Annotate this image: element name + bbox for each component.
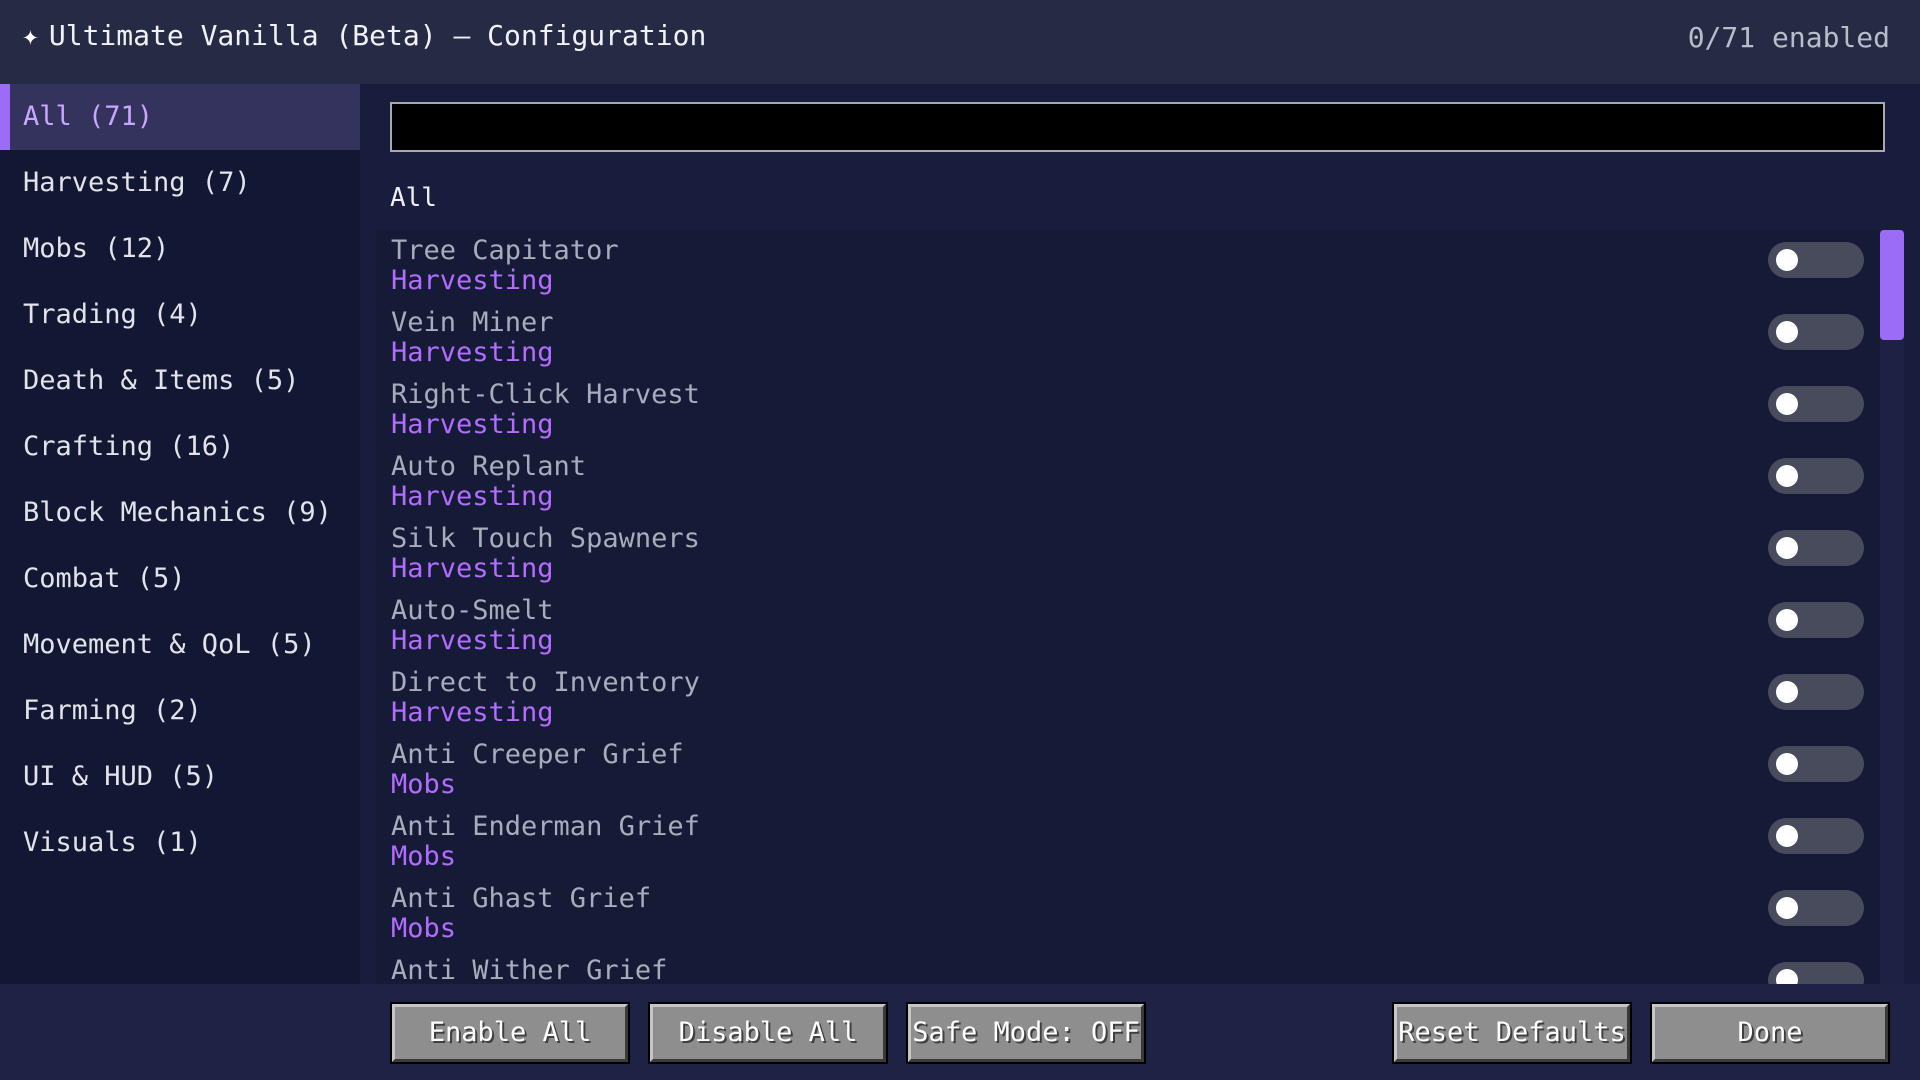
header-bar: ✦ Ultimate Vanilla (Beta) — Configuration… xyxy=(0,0,1920,84)
sidebar-item-block-mechanics[interactable]: Block Mechanics (9) xyxy=(0,480,360,546)
window-title-text: Ultimate Vanilla (Beta) — Configuration xyxy=(48,19,707,52)
feature-toggle[interactable] xyxy=(1768,818,1864,854)
disable-all-button[interactable]: Disable All xyxy=(648,1002,888,1064)
config-screen: ✦ Ultimate Vanilla (Beta) — Configuration… xyxy=(0,0,1920,1080)
toggle-knob xyxy=(1776,609,1798,631)
feature-name: Silk Touch Spawners xyxy=(391,523,700,554)
sidebar-item-label: Harvesting (7) xyxy=(23,167,251,198)
feature-name: Auto-Smelt xyxy=(391,595,554,626)
sidebar-item-label: Death & Items (5) xyxy=(23,365,300,396)
enabled-counter: 0/71 enabled xyxy=(1687,21,1890,54)
feature-row: Tree Capitator Harvesting xyxy=(376,230,1896,302)
sidebar-item-farming[interactable]: Farming (2) xyxy=(0,678,360,744)
sidebar-item-crafting[interactable]: Crafting (16) xyxy=(0,414,360,480)
sidebar-item-label: Mobs (12) xyxy=(23,233,170,264)
toggle-knob xyxy=(1776,825,1798,847)
toggle-knob xyxy=(1776,249,1798,271)
scrollbar-thumb[interactable] xyxy=(1880,230,1904,340)
feature-name: Vein Miner xyxy=(391,307,554,338)
feature-category: Harvesting xyxy=(391,697,554,728)
toggle-knob xyxy=(1776,753,1798,775)
feature-name: Anti Wither Grief xyxy=(391,955,668,985)
feature-name: Anti Enderman Grief xyxy=(391,811,700,842)
window-title: ✦ Ultimate Vanilla (Beta) — Configuration xyxy=(22,18,706,54)
sidebar-item-label: Visuals (1) xyxy=(23,827,202,858)
feature-name: Direct to Inventory xyxy=(391,667,700,698)
feature-toggle[interactable] xyxy=(1768,602,1864,638)
feature-toggle[interactable] xyxy=(1768,386,1864,422)
sidebar-item-label: Movement & QoL (5) xyxy=(23,629,316,660)
feature-toggle[interactable] xyxy=(1768,746,1864,782)
feature-category: Mobs xyxy=(391,841,457,872)
feature-row: Right-Click Harvest Harvesting xyxy=(376,374,1896,446)
safe-mode-button[interactable]: Safe Mode: OFF xyxy=(906,1002,1146,1064)
sidebar-item-visuals[interactable]: Visuals (1) xyxy=(0,810,360,876)
feature-category: Harvesting xyxy=(391,625,554,656)
feature-category: Mobs xyxy=(391,913,457,944)
feature-toggle[interactable] xyxy=(1768,242,1864,278)
feature-toggle[interactable] xyxy=(1768,962,1864,984)
feature-row: Direct to Inventory Harvesting xyxy=(376,662,1896,734)
sidebar-item-label: Block Mechanics (9) xyxy=(23,497,332,528)
feature-category: Harvesting xyxy=(391,265,554,296)
enable-all-button[interactable]: Enable All xyxy=(390,1002,630,1064)
feature-toggle[interactable] xyxy=(1768,314,1864,350)
star-icon: ✦ xyxy=(22,19,39,52)
feature-name: Right-Click Harvest xyxy=(391,379,700,410)
sidebar-item-all[interactable]: All (71) xyxy=(0,84,360,150)
scrollbar-track[interactable] xyxy=(1880,230,1904,984)
toggle-knob xyxy=(1776,537,1798,559)
feature-row: Vein Miner Harvesting xyxy=(376,302,1896,374)
feature-category: Mobs xyxy=(391,769,457,800)
category-sidebar: All (71) Harvesting (7) Mobs (12) Tradin… xyxy=(0,84,360,984)
feature-row: Auto Replant Harvesting xyxy=(376,446,1896,518)
feature-row: Anti Ghast Grief Mobs xyxy=(376,878,1896,950)
feature-name: Tree Capitator xyxy=(391,235,619,266)
sidebar-item-label: All (71) xyxy=(23,101,154,132)
done-button[interactable]: Done xyxy=(1650,1002,1890,1064)
feature-row: Anti Wither Grief xyxy=(376,950,1896,984)
feature-row: Anti Creeper Grief Mobs xyxy=(376,734,1896,806)
sidebar-item-label: UI & HUD (5) xyxy=(23,761,219,792)
feature-name: Anti Ghast Grief xyxy=(391,883,652,914)
sidebar-item-ui-hud[interactable]: UI & HUD (5) xyxy=(0,744,360,810)
toggle-knob xyxy=(1776,393,1798,415)
sidebar-item-combat[interactable]: Combat (5) xyxy=(0,546,360,612)
feature-name: Auto Replant xyxy=(391,451,587,482)
toggle-knob xyxy=(1776,969,1798,984)
sidebar-item-trading[interactable]: Trading (4) xyxy=(0,282,360,348)
feature-toggle[interactable] xyxy=(1768,458,1864,494)
feature-category: Harvesting xyxy=(391,553,554,584)
feature-toggle[interactable] xyxy=(1768,530,1864,566)
feature-row: Anti Enderman Grief Mobs xyxy=(376,806,1896,878)
toggle-knob xyxy=(1776,321,1798,343)
feature-category: Harvesting xyxy=(391,481,554,512)
toggle-knob xyxy=(1776,681,1798,703)
sidebar-item-label: Combat (5) xyxy=(23,563,186,594)
sidebar-item-mobs[interactable]: Mobs (12) xyxy=(0,216,360,282)
footer-bar: Enable All Disable All Safe Mode: OFF Re… xyxy=(0,984,1920,1080)
feature-row: Auto-Smelt Harvesting xyxy=(376,590,1896,662)
feature-panel: All Tree Capitator Harvesting Vein Miner… xyxy=(360,84,1920,984)
toggle-knob xyxy=(1776,465,1798,487)
sidebar-item-harvesting[interactable]: Harvesting (7) xyxy=(0,150,360,216)
toggle-knob xyxy=(1776,897,1798,919)
sidebar-item-label: Farming (2) xyxy=(23,695,202,726)
reset-defaults-button[interactable]: Reset Defaults xyxy=(1392,1002,1632,1064)
sidebar-item-label: Trading (4) xyxy=(23,299,202,330)
feature-category: Harvesting xyxy=(391,337,554,368)
feature-toggle[interactable] xyxy=(1768,890,1864,926)
feature-list: Tree Capitator Harvesting Vein Miner Har… xyxy=(376,230,1896,984)
search-input[interactable] xyxy=(390,102,1885,152)
section-label: All xyxy=(390,183,437,213)
sidebar-item-death-items[interactable]: Death & Items (5) xyxy=(0,348,360,414)
feature-name: Anti Creeper Grief xyxy=(391,739,684,770)
sidebar-item-label: Crafting (16) xyxy=(23,431,235,462)
sidebar-item-movement-qol[interactable]: Movement & QoL (5) xyxy=(0,612,360,678)
feature-toggle[interactable] xyxy=(1768,674,1864,710)
feature-category: Harvesting xyxy=(391,409,554,440)
feature-row: Silk Touch Spawners Harvesting xyxy=(376,518,1896,590)
